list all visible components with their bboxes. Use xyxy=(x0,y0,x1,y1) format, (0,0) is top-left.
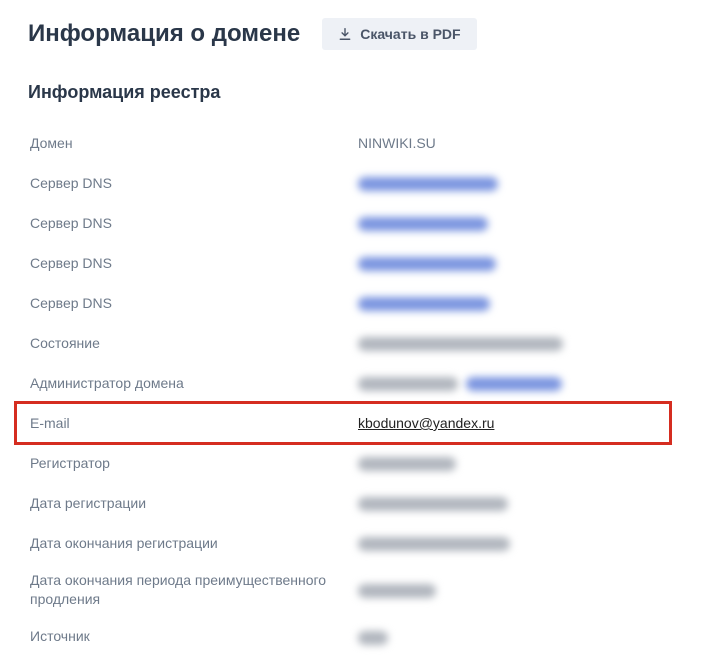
row-label: Регистратор xyxy=(28,446,358,481)
row-label: Сервер DNS xyxy=(28,246,358,281)
row-admin: Администратор домена xyxy=(28,363,702,403)
row-label: Дата окончания периода преимущественного… xyxy=(28,563,358,617)
row-value-blurred xyxy=(358,487,702,519)
row-email: E-mail kbodunov@yandex.ru xyxy=(28,403,702,443)
row-dns: Сервер DNS xyxy=(28,203,702,243)
row-value-blurred xyxy=(358,527,702,559)
row-label: Состояние xyxy=(28,326,358,361)
row-value-blurred xyxy=(358,247,702,279)
row-label: Источник xyxy=(28,619,358,654)
section-title: Информация реестра xyxy=(28,82,702,103)
row-value-blurred xyxy=(358,621,702,653)
row-domain: Домен NINWIKI.SU xyxy=(28,123,702,163)
row-value-blurred xyxy=(358,167,702,199)
row-value-email: kbodunov@yandex.ru xyxy=(358,407,702,439)
row-registrar: Регистратор xyxy=(28,443,702,483)
row-value-domain: NINWIKI.SU xyxy=(358,127,702,159)
row-value-blurred xyxy=(358,447,702,479)
download-icon xyxy=(338,27,352,41)
row-value-blurred xyxy=(358,207,702,239)
row-value-blurred xyxy=(358,367,702,399)
row-dns: Сервер DNS xyxy=(28,163,702,203)
page-header: Информация о домене Скачать в PDF xyxy=(28,18,702,50)
row-label: Дата регистрации xyxy=(28,486,358,521)
row-reg-end: Дата окончания регистрации xyxy=(28,523,702,563)
row-label: Администратор домена xyxy=(28,366,358,401)
row-value-blurred xyxy=(358,327,702,359)
row-reg-date: Дата регистрации xyxy=(28,483,702,523)
row-label: Сервер DNS xyxy=(28,166,358,201)
row-value-blurred xyxy=(358,574,702,606)
row-label: Домен xyxy=(28,126,358,161)
page-title: Информация о домене xyxy=(28,20,300,48)
row-label: E-mail xyxy=(28,406,358,441)
download-pdf-label: Скачать в PDF xyxy=(360,26,460,42)
row-source: Источник xyxy=(28,617,702,657)
row-label: Сервер DNS xyxy=(28,286,358,321)
row-state: Состояние xyxy=(28,323,702,363)
email-link[interactable]: kbodunov@yandex.ru xyxy=(358,415,494,431)
registry-info-list: Домен NINWIKI.SU Сервер DNS Сервер DNS С… xyxy=(28,123,702,657)
row-pref-end: Дата окончания периода преимущественного… xyxy=(28,563,702,617)
row-dns: Сервер DNS xyxy=(28,283,702,323)
download-pdf-button[interactable]: Скачать в PDF xyxy=(322,18,476,50)
row-label: Сервер DNS xyxy=(28,206,358,241)
row-value-blurred xyxy=(358,287,702,319)
row-label: Дата окончания регистрации xyxy=(28,526,358,561)
row-dns: Сервер DNS xyxy=(28,243,702,283)
